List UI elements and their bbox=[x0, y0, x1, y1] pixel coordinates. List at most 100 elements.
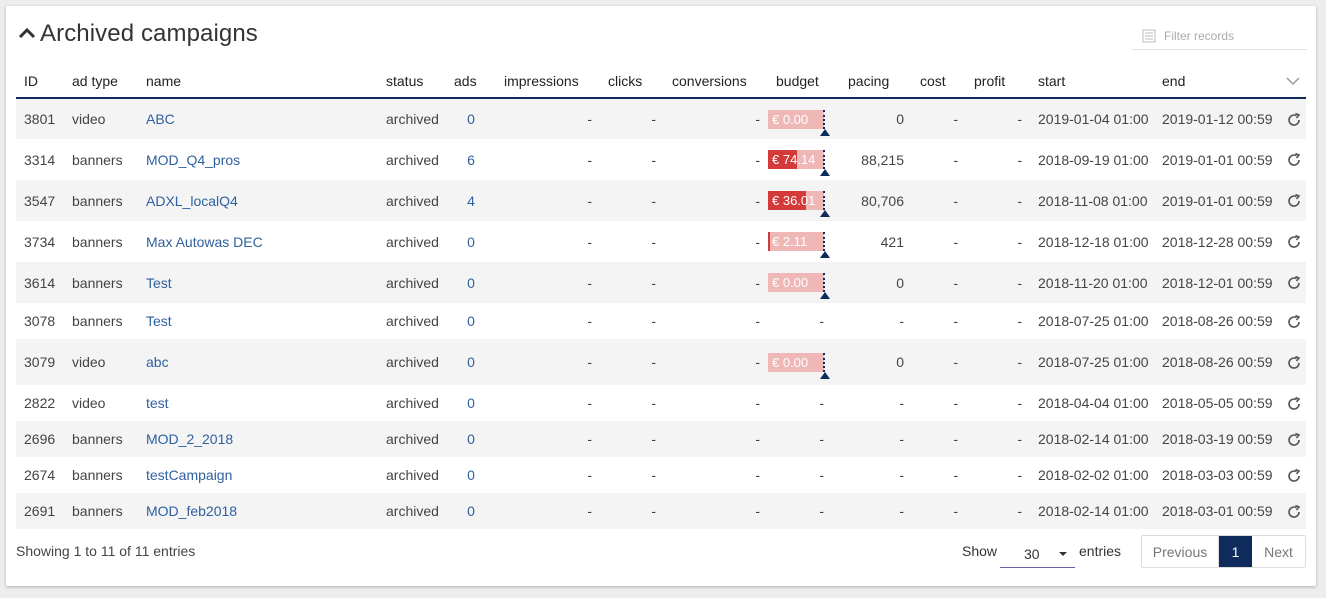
col-header-profit[interactable]: profit bbox=[966, 64, 1030, 99]
col-header-name[interactable]: name bbox=[138, 64, 378, 99]
cell-name-link[interactable]: Max Autowas DEC bbox=[146, 234, 263, 250]
cell-ads[interactable]: 4 bbox=[446, 180, 496, 221]
cell-ads-link[interactable]: 0 bbox=[467, 313, 475, 329]
refresh-icon[interactable] bbox=[1286, 504, 1302, 520]
cell-ads-link[interactable]: 0 bbox=[467, 467, 475, 483]
refresh-icon[interactable] bbox=[1286, 468, 1302, 484]
table-row[interactable]: 3079 video abc archived 0- - - € 0.00 0- -2018-07… bbox=[16, 339, 1306, 385]
panel-header[interactable]: Archived campaigns bbox=[16, 20, 258, 48]
col-header-id[interactable]: ID bbox=[16, 64, 64, 99]
filter-input[interactable] bbox=[1164, 28, 1304, 43]
refresh-icon[interactable] bbox=[1286, 314, 1302, 330]
pagination: Previous 1 Next bbox=[1141, 535, 1306, 568]
col-header-impressions[interactable]: impressions bbox=[496, 64, 600, 99]
cell-ads-link[interactable]: 0 bbox=[467, 111, 475, 127]
col-header-cost[interactable]: cost bbox=[912, 64, 966, 99]
next-button[interactable]: Next bbox=[1252, 536, 1305, 567]
cell-name-link[interactable]: MOD_2_2018 bbox=[146, 431, 233, 447]
cell-name[interactable]: MOD_Q4_pros bbox=[138, 139, 378, 180]
table-row[interactable]: 3801 video ABC archived 0- - - € 0.00 0- -2019-01… bbox=[16, 98, 1306, 139]
cell-name-link[interactable]: testCampaign bbox=[146, 467, 232, 483]
col-header-end[interactable]: end bbox=[1154, 64, 1278, 99]
cell-ads-link[interactable]: 0 bbox=[467, 431, 475, 447]
cell-name-link[interactable]: abc bbox=[146, 354, 169, 370]
cell-name[interactable]: ADXL_localQ4 bbox=[138, 180, 378, 221]
cell-name[interactable]: testCampaign bbox=[138, 457, 378, 493]
cell-impressions: - bbox=[496, 98, 600, 139]
table-row[interactable]: 3547 banners ADXL_localQ4 archived 4- - - € 36.… bbox=[16, 180, 1306, 221]
refresh-icon[interactable] bbox=[1286, 432, 1302, 448]
refresh-icon[interactable] bbox=[1286, 152, 1302, 168]
cell-name[interactable]: Max Autowas DEC bbox=[138, 221, 378, 262]
page-1-button[interactable]: 1 bbox=[1219, 536, 1252, 567]
col-header-pacing[interactable]: pacing bbox=[840, 64, 912, 99]
chevron-down-icon[interactable] bbox=[1286, 76, 1300, 86]
cell-ads-link[interactable]: 0 bbox=[467, 395, 475, 411]
table-row[interactable]: 2822 video test archived 0- - - - - - -2018-04-04 … bbox=[16, 385, 1306, 421]
cell-name[interactable]: MOD_feb2018 bbox=[138, 493, 378, 529]
cell-status: archived bbox=[378, 98, 446, 139]
budget-bar: € 0.00 bbox=[768, 352, 830, 379]
cell-name[interactable]: ABC bbox=[138, 98, 378, 139]
cell-conversions: - bbox=[664, 421, 768, 457]
budget-bar: € 74.14 bbox=[768, 150, 830, 176]
cell-name[interactable]: test bbox=[138, 385, 378, 421]
cell-ads[interactable]: 0 bbox=[446, 339, 496, 385]
cell-name-link[interactable]: ADXL_localQ4 bbox=[146, 193, 238, 209]
col-header-budget[interactable]: budget bbox=[768, 64, 840, 99]
budget-value: € 74.14 bbox=[772, 152, 816, 167]
filter-box[interactable] bbox=[1132, 22, 1307, 50]
cell-name-link[interactable]: MOD_Q4_pros bbox=[146, 152, 240, 168]
table-row[interactable]: 3078 banners Test archived 0- - - - - - -2018-07-2… bbox=[16, 303, 1306, 339]
cell-name[interactable]: Test bbox=[138, 303, 378, 339]
table-row[interactable]: 2696 banners MOD_2_2018 archived 0- - - - - - -201… bbox=[16, 421, 1306, 457]
refresh-icon[interactable] bbox=[1286, 396, 1302, 412]
cell-ads-link[interactable]: 0 bbox=[467, 354, 475, 370]
cell-ads-link[interactable]: 0 bbox=[467, 503, 475, 519]
table-row[interactable]: 3314 banners MOD_Q4_pros archived 6- - - € 74.1… bbox=[16, 139, 1306, 180]
cell-name-link[interactable]: test bbox=[146, 395, 169, 411]
cell-name[interactable]: MOD_2_2018 bbox=[138, 421, 378, 457]
cell-ads[interactable]: 0 bbox=[446, 457, 496, 493]
cell-cost: - bbox=[912, 262, 966, 303]
refresh-icon[interactable] bbox=[1286, 193, 1302, 209]
col-header-start[interactable]: start bbox=[1030, 64, 1154, 99]
table-row[interactable]: 2691 banners MOD_feb2018 archived 0- - - - - - -20… bbox=[16, 493, 1306, 529]
cell-name[interactable]: abc bbox=[138, 339, 378, 385]
refresh-icon[interactable] bbox=[1286, 234, 1302, 250]
cell-ads-link[interactable]: 4 bbox=[467, 193, 475, 209]
refresh-icon[interactable] bbox=[1286, 355, 1302, 371]
cell-ad-type: banners bbox=[64, 493, 138, 529]
cell-ads[interactable]: 6 bbox=[446, 139, 496, 180]
cell-name-link[interactable]: Test bbox=[146, 313, 172, 329]
cell-ads[interactable]: 0 bbox=[446, 385, 496, 421]
cell-name[interactable]: Test bbox=[138, 262, 378, 303]
col-header-sort[interactable] bbox=[1278, 64, 1306, 99]
cell-ads-link[interactable]: 0 bbox=[467, 234, 475, 250]
refresh-icon[interactable] bbox=[1286, 275, 1302, 291]
table-row[interactable]: 2674 banners testCampaign archived 0- - - - - - -2… bbox=[16, 457, 1306, 493]
col-header-ad-type[interactable]: ad type bbox=[64, 64, 138, 99]
col-header-conversions[interactable]: conversions bbox=[664, 64, 768, 99]
table-row[interactable]: 3734 banners Max Autowas DEC archived 0- - - € … bbox=[16, 221, 1306, 262]
cell-ads[interactable]: 0 bbox=[446, 221, 496, 262]
cell-ads[interactable]: 0 bbox=[446, 262, 496, 303]
previous-button[interactable]: Previous bbox=[1142, 536, 1219, 567]
cell-budget: € 36.01 bbox=[768, 180, 840, 221]
cell-ads-link[interactable]: 0 bbox=[467, 275, 475, 291]
cell-name-link[interactable]: ABC bbox=[146, 111, 175, 127]
page-size-select[interactable]: 30 bbox=[1000, 540, 1075, 568]
cell-ads[interactable]: 0 bbox=[446, 493, 496, 529]
chevron-up-icon[interactable] bbox=[16, 23, 38, 45]
col-header-status[interactable]: status bbox=[378, 64, 446, 99]
cell-name-link[interactable]: MOD_feb2018 bbox=[146, 503, 237, 519]
col-header-ads[interactable]: ads bbox=[446, 64, 496, 99]
cell-ads[interactable]: 0 bbox=[446, 98, 496, 139]
refresh-icon[interactable] bbox=[1286, 112, 1302, 128]
col-header-clicks[interactable]: clicks bbox=[600, 64, 664, 99]
cell-ads[interactable]: 0 bbox=[446, 421, 496, 457]
cell-ads-link[interactable]: 6 bbox=[467, 152, 475, 168]
table-row[interactable]: 3614 banners Test archived 0- - - € 0.00 0- -2018… bbox=[16, 262, 1306, 303]
cell-ads[interactable]: 0 bbox=[446, 303, 496, 339]
cell-name-link[interactable]: Test bbox=[146, 275, 172, 291]
